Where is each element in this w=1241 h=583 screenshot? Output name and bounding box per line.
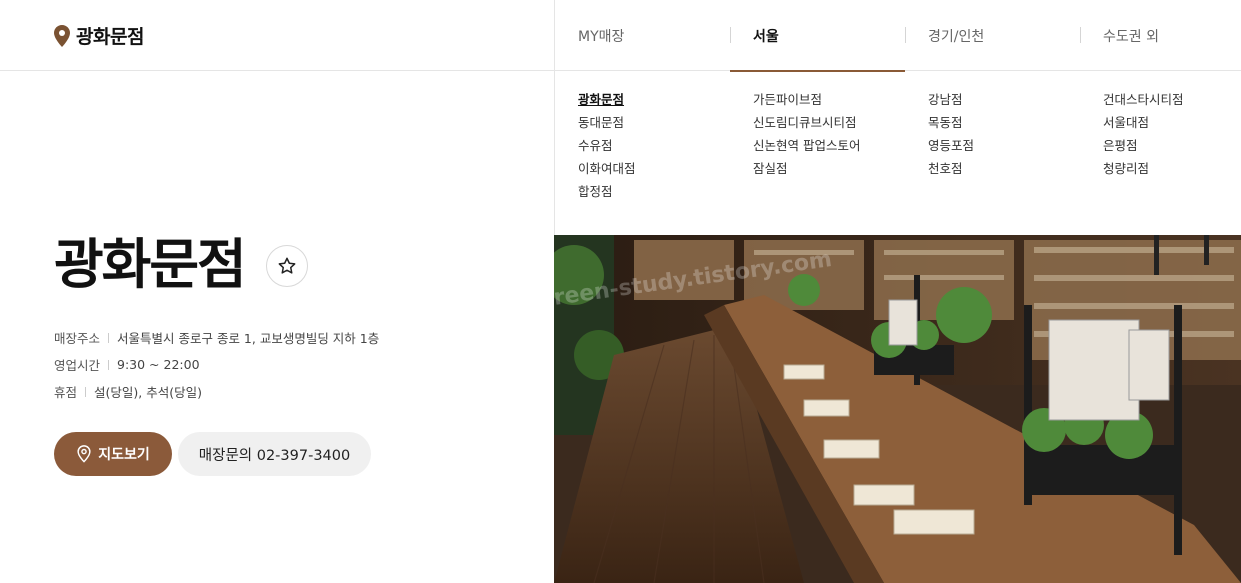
store-link[interactable]: 수유점 — [578, 136, 753, 159]
store-list-column: 건대스타시티점 서울대점 은평점 청량리점 — [1103, 90, 1241, 182]
region-tabs: MY매장 서울 경기/인천 수도권 외 — [555, 0, 1241, 72]
store-link[interactable]: 신논현역 팝업스토어 — [753, 136, 928, 159]
tab-divider — [905, 27, 906, 43]
address-value: 서울특별시 종로구 종로 1, 교보생명빌딩 지하 1층 — [117, 331, 380, 346]
header-store-name: 광화문점 — [76, 26, 144, 48]
tab-my-store[interactable]: MY매장 — [555, 0, 730, 71]
store-link[interactable]: 목동점 — [928, 113, 1103, 136]
store-link[interactable]: 영등포점 — [928, 136, 1103, 159]
store-photo: green-study.tistory.com — [554, 235, 1241, 583]
store-link[interactable]: 강남점 — [928, 90, 1103, 113]
tab-label: MY매장 — [578, 28, 625, 45]
hours-label: 영업시간 — [54, 358, 101, 373]
store-link-gwanghwamun[interactable]: 광화문점 — [578, 90, 753, 113]
view-map-label: 지도보기 — [98, 447, 150, 463]
tab-gyeonggi-incheon[interactable]: 경기/인천 — [905, 0, 1080, 71]
store-link[interactable]: 건대스타시티점 — [1103, 90, 1241, 113]
store-link[interactable]: 합정점 — [578, 182, 753, 205]
store-link[interactable]: 청량리점 — [1103, 159, 1241, 182]
page-header: 광화문점 — [0, 0, 554, 71]
closed-row: 휴점 설(당일), 추석(당일) — [54, 382, 202, 401]
closed-label: 휴점 — [54, 385, 78, 400]
store-list-column: 가든파이브점 신도림디큐브시티점 신논현역 팝업스토어 잠실점 — [753, 90, 928, 182]
map-pin-icon — [54, 24, 70, 47]
store-nav-panel: MY매장 서울 경기/인천 수도권 외 광화문점 동대문점 수유점 이화여대점 … — [554, 0, 1241, 235]
tab-label: 경기/인천 — [928, 28, 985, 45]
view-map-button[interactable]: 지도보기 — [54, 432, 172, 476]
favorite-button[interactable] — [266, 245, 308, 287]
divider — [85, 386, 87, 397]
store-link[interactable]: 천호점 — [928, 159, 1103, 182]
star-outline-icon — [278, 257, 296, 274]
hours-value: 9:30 ~ 22:00 — [117, 357, 200, 372]
store-link[interactable]: 잠실점 — [753, 159, 928, 182]
closed-value: 설(당일), 추석(당일) — [94, 385, 202, 400]
header-title: 광화문점 — [54, 22, 144, 49]
store-list-column: 강남점 목동점 영등포점 천호점 — [928, 90, 1103, 182]
address-row: 매장주소 서울특별시 종로구 종로 1, 교보생명빌딩 지하 1층 — [54, 328, 379, 347]
tab-divider — [1080, 27, 1081, 43]
store-link[interactable]: 신도림디큐브시티점 — [753, 113, 928, 136]
tab-seoul[interactable]: 서울 — [730, 0, 905, 72]
tab-outside-capital[interactable]: 수도권 외 — [1080, 0, 1241, 71]
store-link[interactable]: 동대문점 — [578, 113, 753, 136]
tab-divider — [730, 27, 731, 43]
address-label: 매장주소 — [54, 331, 101, 346]
store-phone-label: 매장문의 02-397-3400 — [198, 447, 351, 464]
divider — [108, 332, 110, 343]
store-link[interactable]: 은평점 — [1103, 136, 1241, 159]
hours-row: 영업시간 9:30 ~ 22:00 — [54, 355, 200, 374]
store-phone-button[interactable]: 매장문의 02-397-3400 — [178, 432, 371, 476]
store-list-column: 광화문점 동대문점 수유점 이화여대점 합정점 — [578, 90, 753, 205]
tab-label: 서울 — [753, 28, 779, 45]
store-link[interactable]: 이화여대점 — [578, 159, 753, 182]
divider — [108, 359, 110, 370]
page-title: 광화문점 — [54, 233, 247, 296]
tab-label: 수도권 외 — [1103, 28, 1159, 45]
store-link[interactable]: 가든파이브점 — [753, 90, 928, 113]
map-pin-icon — [77, 445, 91, 463]
store-link[interactable]: 서울대점 — [1103, 113, 1241, 136]
